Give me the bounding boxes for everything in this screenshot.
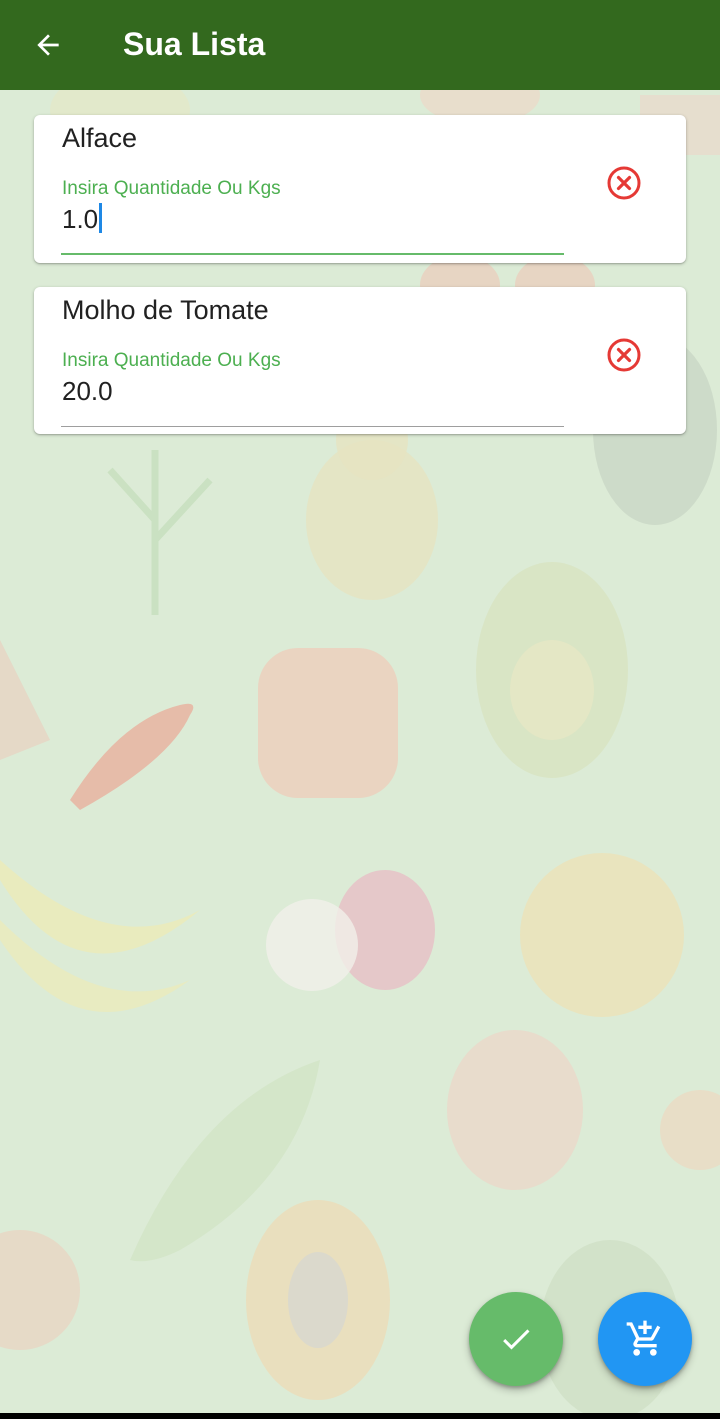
system-nav-bar (0, 1413, 720, 1419)
back-button[interactable] (22, 22, 74, 68)
text-cursor (99, 203, 103, 233)
quantity-field-label: Insira Quantidade Ou Kgs (62, 178, 281, 199)
add-to-cart-button[interactable] (598, 1292, 692, 1386)
confirm-list-button[interactable] (469, 1292, 563, 1386)
list-item-card: Molho de Tomate Insira Quantidade Ou Kgs… (34, 287, 686, 434)
quantity-value: 1.0 (62, 204, 99, 234)
remove-item-button[interactable] (606, 337, 642, 373)
item-name: Molho de Tomate (62, 295, 269, 325)
add-shopping-cart-icon (626, 1320, 661, 1356)
app-bar: Sua Lista (0, 0, 720, 90)
quantity-field-label: Insira Quantidade Ou Kgs (62, 350, 281, 371)
page-title: Sua Lista (123, 26, 266, 62)
quantity-input[interactable]: 20.0 (62, 375, 113, 407)
check-icon (503, 1329, 530, 1350)
quantity-input[interactable]: 1.0 (62, 203, 103, 235)
cancel-circle-icon (607, 338, 641, 372)
cancel-circle-icon (607, 166, 641, 200)
quantity-input-underline (61, 426, 564, 427)
item-name: Alface (62, 123, 138, 153)
remove-item-button[interactable] (606, 165, 642, 201)
quantity-value: 20.0 (62, 376, 113, 406)
quantity-input-underline (61, 253, 564, 255)
arrow-back-icon (37, 34, 59, 56)
list-item-card: Alface Insira Quantidade Ou Kgs 1.0 (34, 115, 686, 263)
